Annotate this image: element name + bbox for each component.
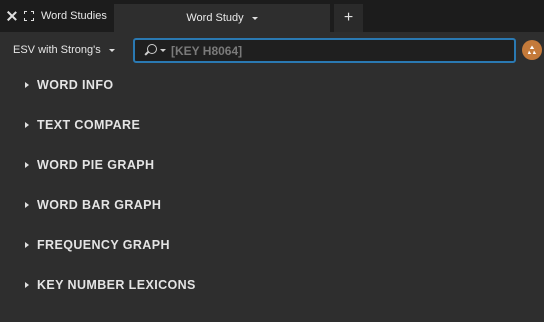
expand-icon[interactable] bbox=[24, 11, 34, 21]
panel-tab[interactable]: Word Studies bbox=[0, 0, 110, 32]
search-box[interactable] bbox=[133, 38, 516, 63]
chevron-right-icon bbox=[25, 82, 29, 88]
resource-dropdown[interactable]: ESV with Strong's bbox=[13, 32, 115, 68]
chevron-right-icon bbox=[25, 242, 29, 248]
panel-title: Word Studies bbox=[41, 10, 107, 22]
chevron-right-icon bbox=[25, 282, 29, 288]
close-icon[interactable] bbox=[7, 11, 17, 21]
recycle-icon bbox=[527, 45, 537, 54]
section-label: WORD PIE GRAPH bbox=[37, 158, 155, 172]
chevron-right-icon bbox=[25, 202, 29, 208]
section-word-info[interactable]: WORD INFO bbox=[25, 75, 114, 95]
chevron-down-icon[interactable] bbox=[251, 16, 258, 20]
search-icon[interactable] bbox=[143, 43, 157, 58]
section-word-bar-graph[interactable]: WORD BAR GRAPH bbox=[25, 195, 161, 215]
chevron-right-icon bbox=[25, 162, 29, 168]
tab-label: Word Study bbox=[186, 12, 244, 24]
section-frequency-graph[interactable]: FREQUENCY GRAPH bbox=[25, 235, 170, 255]
chevron-right-icon bbox=[25, 122, 29, 128]
chevron-down-icon[interactable] bbox=[160, 49, 166, 52]
search-input[interactable] bbox=[171, 43, 491, 58]
section-key-number-lexicons[interactable]: KEY NUMBER LEXICONS bbox=[25, 275, 196, 295]
section-text-compare[interactable]: TEXT COMPARE bbox=[25, 115, 140, 135]
go-button[interactable] bbox=[522, 40, 542, 60]
section-label: WORD INFO bbox=[37, 78, 114, 92]
section-label: TEXT COMPARE bbox=[37, 118, 141, 132]
tab-bar: Word Studies Word Study + bbox=[0, 0, 544, 32]
tab-word-study[interactable]: Word Study bbox=[114, 4, 330, 32]
toolbar: ESV with Strong's bbox=[0, 32, 544, 68]
word-study-window: Word Studies Word Study + ESV with Stron… bbox=[0, 0, 544, 322]
section-label: FREQUENCY GRAPH bbox=[37, 238, 170, 252]
resource-label: ESV with Strong's bbox=[13, 44, 101, 56]
section-label: WORD BAR GRAPH bbox=[37, 198, 162, 212]
chevron-down-icon bbox=[108, 48, 115, 52]
section-label: KEY NUMBER LEXICONS bbox=[37, 278, 196, 292]
section-word-pie-graph[interactable]: WORD PIE GRAPH bbox=[25, 155, 154, 175]
add-tab-button[interactable]: + bbox=[334, 4, 363, 32]
